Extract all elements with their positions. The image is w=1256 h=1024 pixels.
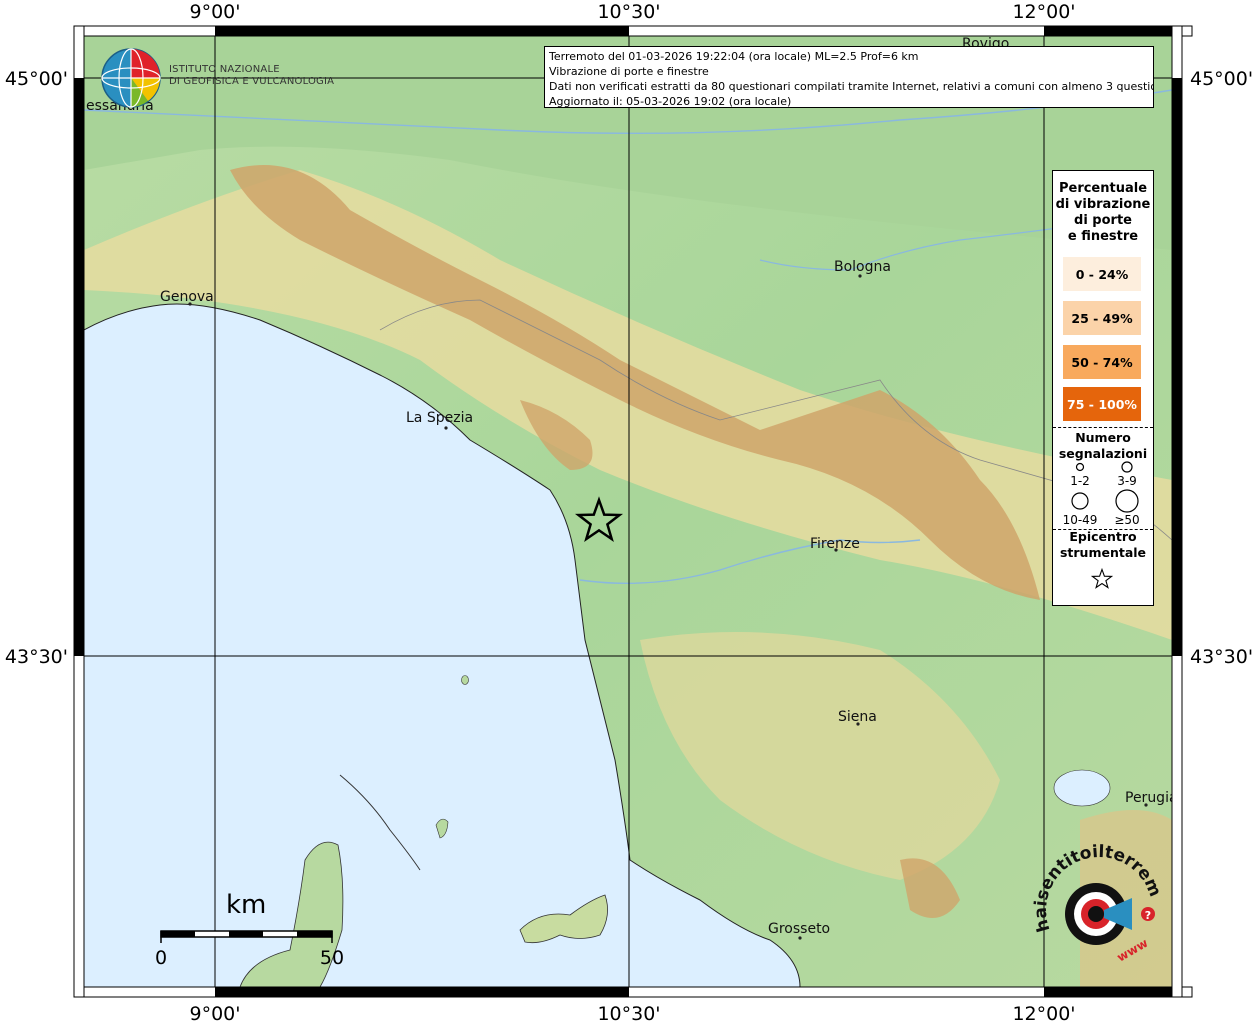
lat-label-left-2: 43°30' <box>5 646 68 668</box>
event-info-box: Terremoto del 01-03-2026 19:22:04 (ora l… <box>544 46 1154 108</box>
lon-label-bottom-3: 12°00' <box>1012 1003 1075 1024</box>
legend-divider-1 <box>1053 427 1153 428</box>
lon-label-top-2: 10°30' <box>597 1 660 23</box>
ingv-name: ISTITUTO NAZIONALE DI GEOFISICA E VULCAN… <box>169 64 334 88</box>
legend: Percentuale di vibrazione di porte e fin… <box>1052 170 1154 606</box>
lon-label-bottom-2: 10°30' <box>597 1003 660 1024</box>
legend-class-25-49: 25 - 49% <box>1063 301 1141 335</box>
legend-class-50-74: 50 - 74% <box>1063 345 1141 379</box>
event-update-time: Aggiornato il: 05-03-2026 19:02 (ora loc… <box>549 95 792 108</box>
scale-unit-label: km <box>226 890 267 920</box>
legend-epicenter-title: Epicentro strumentale <box>1059 529 1147 560</box>
legend-count-50: ≥50 <box>1114 513 1140 527</box>
lon-label-top-1: 9°00' <box>190 1 241 23</box>
legend-count-1-2: 1-2 <box>1070 474 1090 488</box>
legend-count-10-49: 10-49 <box>1062 513 1098 527</box>
city-la-spezia: La Spezia <box>406 410 473 426</box>
event-data-note: Dati non verificati estratti da 80 quest… <box>549 80 1154 93</box>
lat-label-right-1: 45°00' <box>1190 68 1253 90</box>
legend-class-75-100: 75 - 100% <box>1063 387 1141 421</box>
scale-end-label: 50 <box>320 947 344 969</box>
city-genova: Genova <box>160 289 214 305</box>
event-title: Terremoto del 01-03-2026 19:22:04 (ora l… <box>549 50 919 63</box>
map-area: Genova La Spezia Bologna Firenze Siena G… <box>84 36 1178 987</box>
legend-percent-title: Percentuale di vibrazione di porte e fin… <box>1055 181 1151 244</box>
ingv-name-line2: DI GEOFISICA E VULCANOLOGIA <box>169 76 335 87</box>
city-siena: Siena <box>838 709 877 725</box>
legend-star-icon <box>1091 568 1113 589</box>
event-subtitle: Vibrazione di porte e finestre <box>549 65 709 78</box>
legend-count-3-9: 3-9 <box>1117 474 1137 488</box>
ingv-logo <box>101 48 161 108</box>
city-perugia: Perugia <box>1125 790 1178 806</box>
question-icon: ? <box>1145 909 1151 922</box>
ingv-name-line1: ISTITUTO NAZIONALE <box>169 64 280 75</box>
legend-class-0-24: 0 - 24% <box>1063 257 1141 291</box>
city-bologna: Bologna <box>834 259 891 275</box>
gorgona-island <box>461 675 469 685</box>
lake-trasimeno <box>1053 769 1111 807</box>
lon-label-top-3: 12°00' <box>1012 1 1075 23</box>
city-grosseto: Grosseto <box>768 921 830 937</box>
city-firenze: Firenze <box>810 536 860 552</box>
lat-label-right-2: 43°30' <box>1190 646 1253 668</box>
lat-label-left-1: 45°00' <box>5 68 68 90</box>
lon-label-bottom-1: 9°00' <box>190 1003 241 1024</box>
scale-start-label: 0 <box>155 947 167 969</box>
